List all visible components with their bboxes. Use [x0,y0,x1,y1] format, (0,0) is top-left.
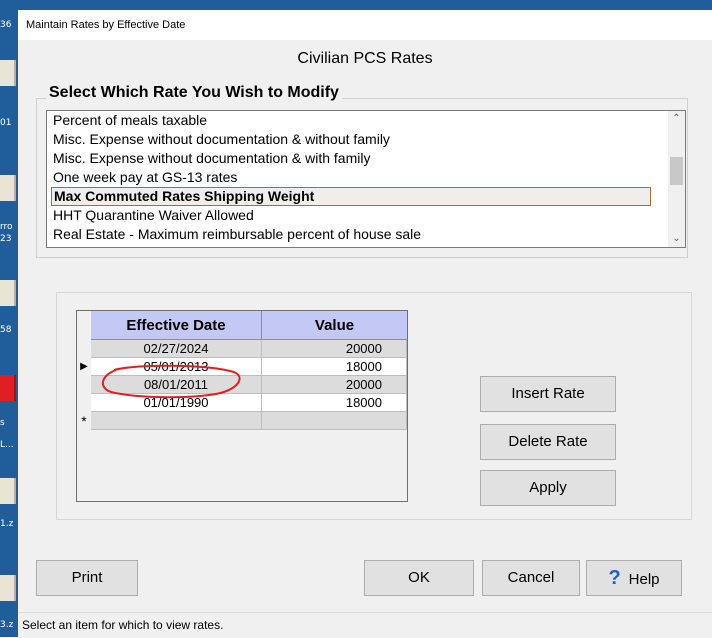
rate-list-scrollbar[interactable]: ⌃ ⌄ [668,111,685,247]
grid-cell-date[interactable]: 08/01/2011 [91,376,262,394]
desktop-icon-label: L... [0,440,14,450]
grid-cell-value[interactable]: 18000 [262,358,407,376]
desktop-file-icon[interactable] [0,175,16,201]
desktop-background-top [0,0,712,10]
column-header-value[interactable]: Value [262,311,407,340]
print-button[interactable]: Print [36,560,138,596]
rate-list-item[interactable]: One week pay at GS-13 rates [53,169,237,185]
rates-dialog: Maintain Rates by Effective Date Civilia… [18,10,712,638]
row-indicator [77,340,91,358]
desktop-background-left: 36 01 rro 23 58 s L... 1.z 3.z [0,0,18,637]
column-header-effective-date[interactable]: Effective Date [91,311,262,340]
help-icon: ? [608,567,621,589]
desktop-pdf-icon[interactable] [0,375,16,401]
desktop-icon-label: 3.z [0,620,14,630]
scroll-thumb[interactable] [670,157,683,185]
rate-list-item-selected[interactable]: Max Commuted Rates Shipping Weight [51,187,651,206]
rate-list-item[interactable]: Percent of meals taxable [53,112,207,128]
rate-list-item[interactable]: Misc. Expense without documentation & wi… [53,131,390,147]
new-row-icon: * [81,413,87,429]
cancel-button[interactable]: Cancel [482,560,580,596]
help-button[interactable]: ? Help [586,560,682,596]
scroll-down-icon[interactable]: ⌄ [668,231,685,247]
status-bar: Select an item for which to view rates. [18,612,712,638]
current-row-icon: ▶ [80,361,88,372]
rate-selector-legend: Select Which Rate You Wish to Modify [46,84,342,102]
row-indicator [77,376,91,394]
status-text: Select an item for which to view rates. [22,618,224,632]
grid-cell-value[interactable]: 18000 [262,394,407,412]
desktop-icon-label: 58 [0,325,12,335]
rate-list[interactable]: Percent of meals taxable Misc. Expense w… [46,110,686,248]
window-title: Maintain Rates by Effective Date [26,19,186,31]
page-title: Civilian PCS Rates [297,50,433,67]
apply-button[interactable]: Apply [480,470,616,506]
ok-button[interactable]: OK [364,560,474,596]
rate-list-item[interactable]: Misc. Expense without documentation & wi… [53,150,370,166]
grid-cell-value[interactable]: 20000 [262,376,407,394]
desktop-file-icon[interactable] [0,60,16,86]
grid-cell-date[interactable]: 05/01/2013 [91,358,262,376]
desktop-file-icon[interactable] [0,575,16,601]
insert-rate-button[interactable]: Insert Rate [480,376,616,412]
desktop-icon-label: s [0,418,5,428]
desktop-icon-label: rro [0,222,13,232]
desktop-file-icon[interactable] [0,280,16,306]
rates-grid[interactable]: Effective Date Value 02/27/2024 20000 ▶ … [76,310,408,502]
grid-cell-date[interactable]: 01/01/1990 [91,394,262,412]
desktop-file-icon[interactable] [0,478,16,504]
desktop-icon-label: 23 [0,234,12,244]
rate-list-item[interactable]: HHT Quarantine Waiver Allowed [53,207,254,223]
title-bar[interactable]: Maintain Rates by Effective Date [18,10,712,40]
rate-list-item[interactable]: Real Estate - Maximum reimbursable perce… [53,226,421,242]
grid-cell-value[interactable]: 20000 [262,340,407,358]
scroll-up-icon[interactable]: ⌃ [668,111,685,127]
delete-rate-button[interactable]: Delete Rate [480,424,616,460]
row-indicator [77,394,91,412]
help-button-label: Help [628,571,660,588]
desktop-icon-label: 01 [0,118,12,128]
grid-cell-date[interactable]: 02/27/2024 [91,340,262,358]
desktop-icon-label: 36 [0,20,12,30]
desktop-icon-label: 1.z [0,519,14,529]
grid-cell-date[interactable] [91,412,262,430]
grid-cell-value[interactable] [262,412,407,430]
